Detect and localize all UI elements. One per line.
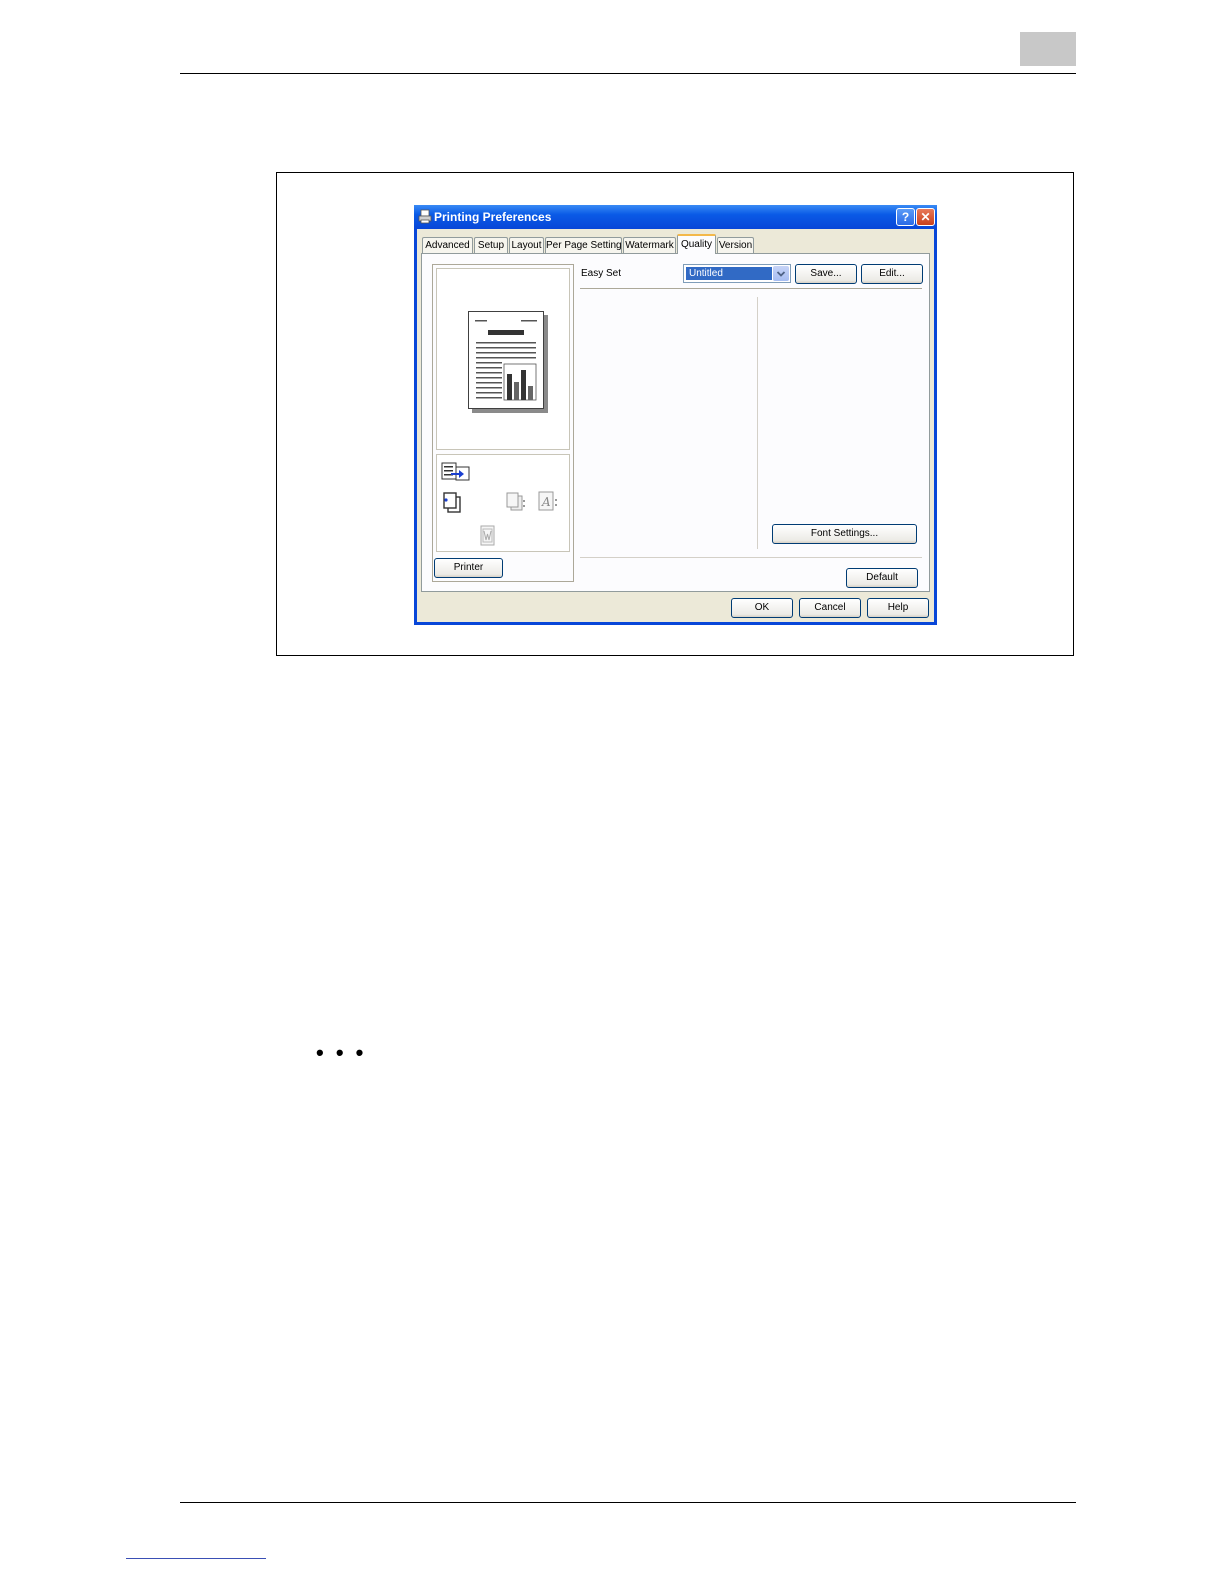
preview-panel: A Printer bbox=[432, 264, 574, 582]
staple-icon bbox=[506, 492, 525, 511]
text-format-icon: A bbox=[538, 491, 557, 511]
tab-setup[interactable]: Setup bbox=[474, 237, 508, 253]
document-preview-icon bbox=[475, 320, 537, 401]
dropdown-arrow-button[interactable] bbox=[773, 266, 789, 281]
bottom-separator bbox=[580, 557, 922, 558]
easy-set-dropdown[interactable]: Untitled bbox=[683, 264, 791, 283]
font-settings-button-label: Font Settings... bbox=[810, 528, 879, 539]
chevron-down-icon bbox=[776, 271, 786, 277]
printer-button[interactable]: Printer bbox=[434, 558, 503, 578]
tab-watermark[interactable]: Watermark bbox=[623, 237, 676, 253]
tab-label: Watermark bbox=[625, 240, 674, 251]
ok-button-label: OK bbox=[754, 602, 770, 613]
footer-rule bbox=[180, 1502, 1076, 1503]
settings-column-divider bbox=[757, 297, 758, 549]
watermark-icon bbox=[480, 525, 495, 546]
edit-button[interactable]: Edit... bbox=[861, 264, 923, 284]
printer-button-label: Printer bbox=[453, 562, 484, 573]
default-button-label: Default bbox=[866, 572, 898, 583]
edit-button-label: Edit... bbox=[879, 268, 905, 279]
page-preview bbox=[436, 268, 570, 450]
question-icon: ? bbox=[901, 210, 910, 224]
tab-label: Layout bbox=[511, 240, 542, 251]
help-button[interactable]: Help bbox=[867, 598, 929, 618]
printer-icon bbox=[418, 209, 432, 224]
easy-set-label: Easy Set bbox=[581, 268, 622, 279]
header-tab-marker bbox=[1020, 32, 1076, 66]
cancel-button-label: Cancel bbox=[814, 602, 846, 613]
quality-tab-panel: A Printer Easy Set Untitled Save... Edit… bbox=[421, 253, 930, 592]
cancel-button[interactable]: Cancel bbox=[799, 598, 861, 618]
default-button[interactable]: Default bbox=[846, 568, 918, 588]
save-button-label: Save... bbox=[810, 268, 842, 279]
tab-label: Quality bbox=[680, 239, 713, 250]
close-icon: ✕ bbox=[920, 210, 931, 224]
feature-icons-area: A bbox=[436, 454, 570, 552]
tab-label: Advanced bbox=[425, 240, 470, 251]
title-bar[interactable]: Printing Preferences ? ✕ bbox=[414, 205, 937, 229]
dialog-title: Printing Preferences bbox=[434, 210, 552, 224]
easy-set-separator bbox=[580, 288, 922, 289]
font-settings-button[interactable]: Font Settings... bbox=[772, 524, 917, 544]
note-bullet-marks: • • • bbox=[316, 1040, 367, 1065]
tab-label: Version bbox=[718, 240, 753, 251]
printing-preferences-dialog: Printing Preferences ? ✕ Advanced Setup … bbox=[414, 205, 937, 625]
dialog-client-area: Advanced Setup Layout Per Page Setting W… bbox=[417, 229, 934, 622]
close-button[interactable]: ✕ bbox=[916, 208, 935, 226]
help-title-button[interactable]: ? bbox=[896, 208, 915, 226]
svg-text:A: A bbox=[541, 495, 551, 509]
help-button-label: Help bbox=[887, 602, 909, 613]
tab-label: Per Page Setting bbox=[546, 240, 622, 251]
print-output-icon bbox=[441, 462, 470, 481]
save-button[interactable]: Save... bbox=[795, 264, 857, 284]
easy-set-value: Untitled bbox=[686, 267, 772, 280]
tab-label: Setup bbox=[477, 240, 505, 251]
tab-per-page-setting[interactable]: Per Page Setting bbox=[545, 237, 622, 253]
header-rule bbox=[180, 73, 1076, 74]
tab-advanced[interactable]: Advanced bbox=[422, 237, 473, 253]
tab-quality[interactable]: Quality bbox=[677, 234, 716, 254]
duplex-icon bbox=[443, 492, 461, 513]
footer-link-underline bbox=[126, 1558, 266, 1559]
ok-button[interactable]: OK bbox=[731, 598, 793, 618]
tab-layout[interactable]: Layout bbox=[509, 237, 544, 253]
tab-version[interactable]: Version bbox=[717, 237, 754, 253]
page-thumbnail bbox=[468, 311, 544, 409]
